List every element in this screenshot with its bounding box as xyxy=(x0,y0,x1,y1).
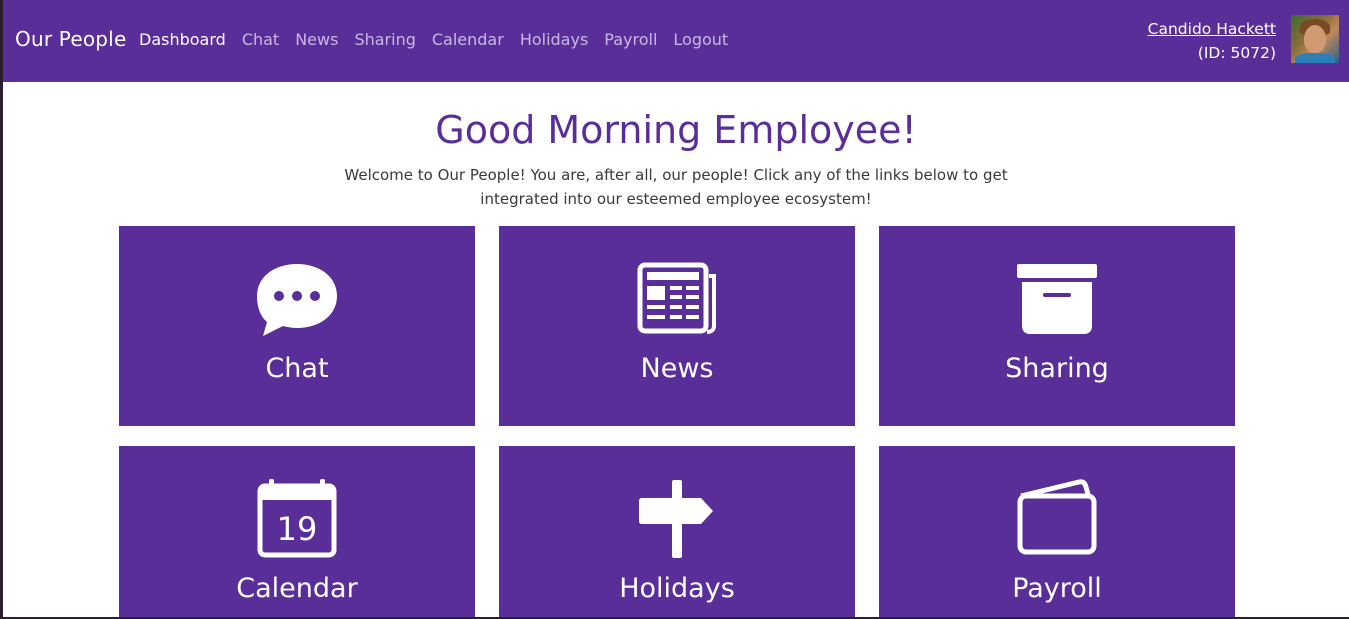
nav-link-chat[interactable]: Chat xyxy=(242,30,279,49)
user-id: (ID: 5072) xyxy=(1197,44,1276,62)
calendar-day-number: 19 xyxy=(277,510,318,548)
calendar-icon: 19 xyxy=(257,479,337,558)
nav-links: Dashboard Chat News Sharing Calendar Hol… xyxy=(139,30,744,49)
user-name-link[interactable]: Candido Hackett xyxy=(1148,20,1276,38)
tile-label-calendar: Calendar xyxy=(236,573,358,604)
tile-label-payroll: Payroll xyxy=(1012,573,1102,604)
nav-link-sharing[interactable]: Sharing xyxy=(354,30,415,49)
tile-sharing[interactable]: Sharing xyxy=(879,226,1235,426)
nav-link-news[interactable]: News xyxy=(295,30,338,49)
tile-news[interactable]: News xyxy=(499,226,855,426)
nav-link-payroll[interactable]: Payroll xyxy=(604,30,657,49)
tile-label-holidays: Holidays xyxy=(619,573,735,604)
wallet-icon xyxy=(1017,479,1097,555)
nav-link-dashboard[interactable]: Dashboard xyxy=(139,30,226,49)
archive-box-icon xyxy=(1017,264,1097,334)
tile-payroll[interactable]: Payroll xyxy=(879,446,1235,617)
page-title: Good Morning Employee! xyxy=(435,108,917,152)
nav-link-logout[interactable]: Logout xyxy=(673,30,728,49)
intro-text: Welcome to Our People! You are, after al… xyxy=(344,166,1008,208)
signpost-icon xyxy=(639,480,713,558)
avatar[interactable] xyxy=(1291,15,1339,63)
tile-label-news: News xyxy=(640,353,714,384)
navbar: Our People Dashboard Chat News Sharing C… xyxy=(3,0,1349,82)
tile-chat[interactable]: Chat xyxy=(119,226,475,426)
brand-link[interactable]: Our People xyxy=(15,27,126,51)
avatar-shirt xyxy=(1295,53,1335,63)
tile-label-sharing: Sharing xyxy=(1005,353,1109,384)
tile-holidays[interactable]: Holidays xyxy=(499,446,855,617)
nav-link-holidays[interactable]: Holidays xyxy=(520,30,588,49)
newspaper-icon xyxy=(637,262,716,334)
nav-link-calendar[interactable]: Calendar xyxy=(432,30,504,49)
user-info: Candido Hackett (ID: 5072) xyxy=(1148,17,1276,65)
avatar-face xyxy=(1304,25,1326,53)
chat-bubble-icon xyxy=(257,264,337,336)
browser-viewport: Our People Dashboard Chat News Sharing C… xyxy=(3,0,1349,617)
tile-calendar[interactable]: 19 Calendar xyxy=(119,446,475,617)
tile-label-chat: Chat xyxy=(265,353,329,384)
